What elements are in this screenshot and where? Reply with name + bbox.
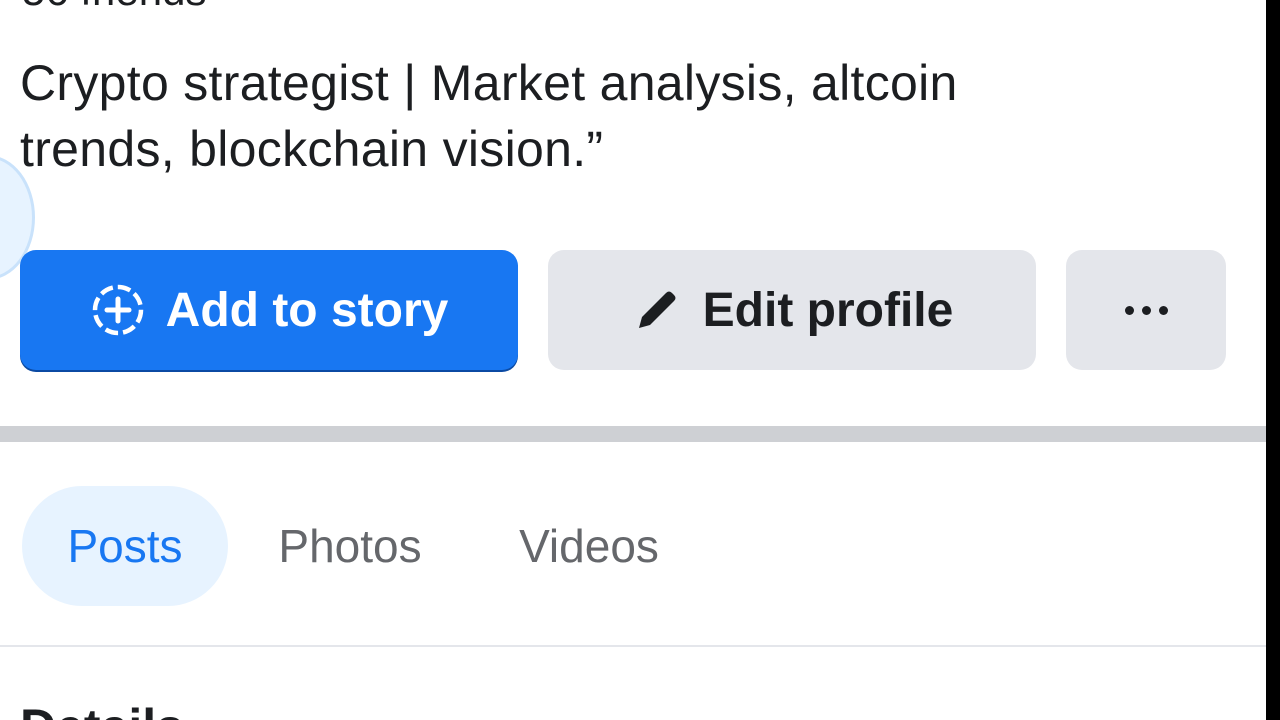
tab-photos[interactable]: Photos [262, 486, 438, 606]
friends-count[interactable]: 56 friends [22, 0, 206, 12]
edit-profile-label: Edit profile [702, 283, 954, 337]
profile-bio: Crypto strategist | Market analysis, alt… [20, 50, 1180, 182]
more-horizontal-icon [1124, 305, 1168, 315]
add-story-icon [90, 282, 146, 338]
details-heading: Details [20, 702, 184, 720]
tab-videos[interactable]: Videos [504, 486, 674, 606]
edit-profile-button[interactable]: Edit profile [548, 250, 1036, 370]
section-divider [0, 426, 1266, 442]
tab-posts[interactable]: Posts [22, 486, 228, 606]
add-to-story-button[interactable]: Add to story [20, 250, 518, 370]
bio-line-2: trends, blockchain vision.” [20, 121, 604, 177]
tabs-divider [0, 645, 1266, 647]
profile-screen: 56 friends Crypto strategist | Market an… [0, 0, 1280, 720]
pencil-icon [631, 284, 683, 336]
more-options-button[interactable] [1066, 250, 1226, 370]
bio-line-1: Crypto strategist | Market analysis, alt… [20, 55, 958, 111]
add-to-story-label: Add to story [165, 283, 449, 337]
screen-edge [1266, 0, 1280, 720]
